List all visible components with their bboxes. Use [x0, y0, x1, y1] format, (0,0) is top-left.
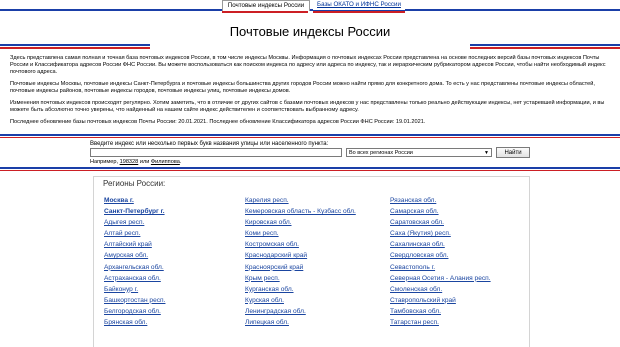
- tab-accent: [222, 11, 308, 13]
- decor-stripe: [0, 47, 150, 49]
- intro-paragraph: Изменения почтовых индексов происходят р…: [10, 100, 605, 113]
- decor-stripe: [470, 44, 620, 46]
- region-link[interactable]: Тамбовская обл.: [390, 306, 491, 317]
- section-divider: [0, 137, 620, 138]
- example-street-link[interactable]: Филиппова: [151, 159, 180, 165]
- region-link[interactable]: Байконур г.: [104, 284, 165, 295]
- region-link[interactable]: Башкортостан респ.: [104, 295, 165, 306]
- regions-column-2: Карелия респ. Кемеровская область - Кузб…: [245, 195, 356, 328]
- region-link[interactable]: Ленинградская обл.: [245, 306, 356, 317]
- region-link[interactable]: Смоленская обл.: [390, 284, 491, 295]
- intro-paragraph: Почтовые индексы Москвы, почтовые индекс…: [10, 81, 595, 94]
- example-text: Например,: [90, 159, 120, 165]
- tab-label: Почтовые индексы России: [227, 2, 305, 9]
- region-link[interactable]: Саратовская обл.: [390, 217, 491, 228]
- tab-divider-line: [0, 9, 620, 11]
- region-link[interactable]: Амурская обл.: [104, 250, 165, 261]
- region-link[interactable]: Костромская обл.: [245, 239, 356, 250]
- region-link[interactable]: Курганская обл.: [245, 284, 356, 295]
- region-link[interactable]: Брянская обл.: [104, 317, 165, 328]
- tab-okato-ifns[interactable]: Базы ОКАТО и ИФНС России: [313, 0, 405, 10]
- region-link[interactable]: Кемеровская область - Кузбасс обл.: [245, 206, 356, 217]
- region-link[interactable]: Татарстан респ.: [390, 317, 491, 328]
- region-link[interactable]: Архангельская обл.: [104, 262, 165, 273]
- chevron-down-icon: ▼: [484, 150, 489, 156]
- top-tabs: Почтовые индексы России Базы ОКАТО и ИФН…: [0, 0, 620, 14]
- tab-accent: [313, 11, 405, 13]
- region-link[interactable]: Москва г.: [104, 195, 165, 206]
- find-button[interactable]: Найти: [496, 147, 530, 158]
- intro-paragraph: Здесь представлена самая полная и точная…: [10, 55, 606, 75]
- region-link[interactable]: Алтай респ.: [104, 228, 165, 239]
- region-link[interactable]: Курская обл.: [245, 295, 356, 306]
- region-select[interactable]: Во всех регионах России ▼: [346, 148, 492, 157]
- region-link[interactable]: Севастополь г.: [390, 262, 491, 273]
- page-title: Почтовые индексы России: [229, 24, 391, 39]
- search-label: Введите индекс или несколько первых букв…: [90, 141, 329, 147]
- region-select-value: Во всех регионах России: [349, 150, 413, 156]
- search-input[interactable]: [90, 148, 342, 157]
- region-link[interactable]: Свердловская обл.: [390, 250, 491, 261]
- region-link[interactable]: Белгородская обл.: [104, 306, 165, 317]
- section-divider: [0, 167, 620, 169]
- region-link[interactable]: Липецкая обл.: [245, 317, 356, 328]
- region-link[interactable]: Санкт-Петербург г.: [104, 206, 165, 217]
- decor-stripe: [0, 44, 150, 46]
- region-link[interactable]: Красноярский край: [245, 262, 356, 273]
- tab-label: Базы ОКАТО и ИФНС России: [317, 1, 401, 8]
- regions-column-1: Москва г. Санкт-Петербург г. Адыгея респ…: [104, 195, 165, 328]
- region-link[interactable]: Крым респ.: [245, 273, 356, 284]
- region-link[interactable]: Кировская обл.: [245, 217, 356, 228]
- regions-title: Регионы России:: [103, 179, 166, 188]
- region-link[interactable]: Карелия респ.: [245, 195, 356, 206]
- section-divider: [0, 170, 620, 171]
- region-link[interactable]: Самарская обл.: [390, 206, 491, 217]
- section-divider: [0, 134, 620, 136]
- region-link[interactable]: Рязанская обл.: [390, 195, 491, 206]
- region-link[interactable]: Северная Осетия - Алания респ.: [390, 273, 491, 284]
- region-link[interactable]: Коми респ.: [245, 228, 356, 239]
- region-link[interactable]: Сахалинская обл.: [390, 239, 491, 250]
- regions-column-3: Рязанская обл. Самарская обл. Саратовска…: [390, 195, 491, 328]
- decor-stripe: [470, 47, 620, 49]
- example-index-link[interactable]: 198328: [120, 159, 139, 165]
- intro-text: Здесь представлена самая полная и точная…: [10, 55, 610, 131]
- region-link[interactable]: Астраханская обл.: [104, 273, 165, 284]
- region-link[interactable]: Ставропольский край: [390, 295, 491, 306]
- intro-paragraph: Последнее обновление базы почтовых индек…: [10, 119, 426, 125]
- search-example: Например, 198328 или Филиппова.: [90, 159, 181, 165]
- region-link[interactable]: Саха (Якутия) респ.: [390, 228, 491, 239]
- region-link[interactable]: Адыгея респ.: [104, 217, 165, 228]
- region-link[interactable]: Алтайский край: [104, 239, 165, 250]
- tab-postal-codes[interactable]: Почтовые индексы России: [222, 0, 310, 11]
- example-text: или: [138, 159, 151, 165]
- region-link[interactable]: Краснодарский край: [245, 250, 356, 261]
- example-text: .: [179, 159, 182, 165]
